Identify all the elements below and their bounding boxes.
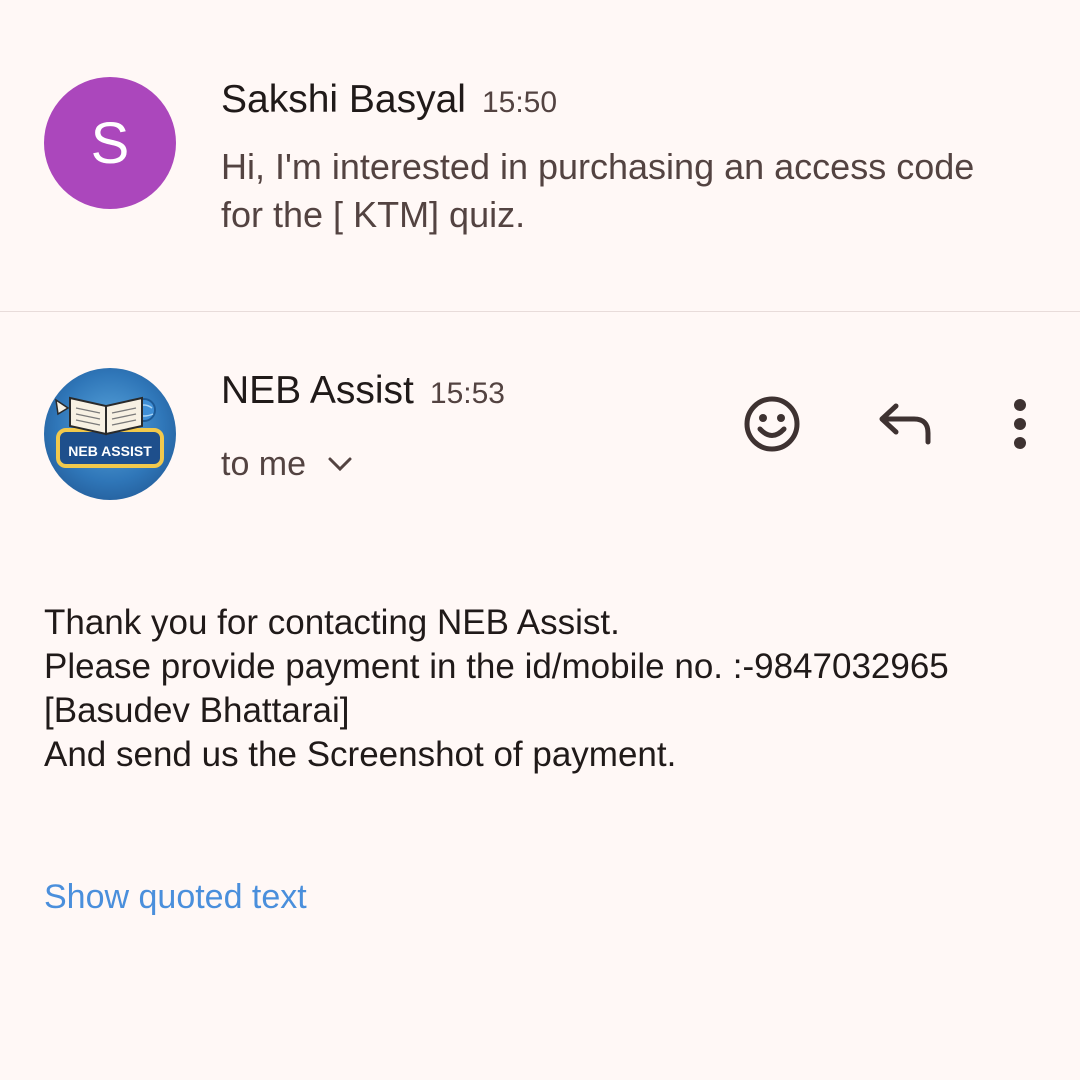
chevron-down-icon	[328, 457, 352, 471]
sender-name: NEB Assist	[221, 369, 414, 412]
avatar-neb-assist[interactable]: NEB ASSIST	[44, 368, 176, 500]
emoji-icon	[744, 396, 800, 452]
message-body: Thank you for contacting NEB Assist. Ple…	[44, 601, 1054, 777]
avatar-letter: S	[90, 110, 130, 176]
avatar-sakshi[interactable]: S	[44, 77, 176, 209]
message-time: 15:50	[481, 86, 558, 119]
message-divider	[0, 311, 1080, 312]
reply-button[interactable]	[872, 392, 936, 456]
more-options-button[interactable]	[988, 392, 1052, 456]
message-time: 15:53	[429, 377, 505, 410]
neb-assist-logo-icon: NEB ASSIST	[55, 396, 164, 468]
reply-icon	[879, 403, 931, 445]
more-vert-icon	[1014, 399, 1026, 449]
message-2-header[interactable]: NEB Assist 15:53	[221, 369, 505, 413]
show-quoted-text-link[interactable]: Show quoted text	[44, 878, 307, 917]
message-1-header[interactable]: Sakshi Basyal 15:50	[221, 78, 557, 122]
sender-name: Sakshi Basyal	[221, 78, 466, 121]
recipient-text: to me	[221, 445, 307, 483]
body-line: [Basudev Bhattarai]	[44, 691, 350, 730]
logo-text: NEB ASSIST	[68, 443, 152, 459]
body-line: Thank you for contacting NEB Assist.	[44, 603, 620, 642]
recipient-details-toggle[interactable]: to me	[221, 445, 354, 484]
message-snippet[interactable]: Hi, I'm interested in purchasing an acce…	[221, 143, 1021, 239]
body-line: Please provide payment in the id/mobile …	[44, 647, 949, 686]
emoji-reaction-button[interactable]	[740, 392, 804, 456]
body-line: And send us the Screenshot of payment.	[44, 735, 677, 774]
